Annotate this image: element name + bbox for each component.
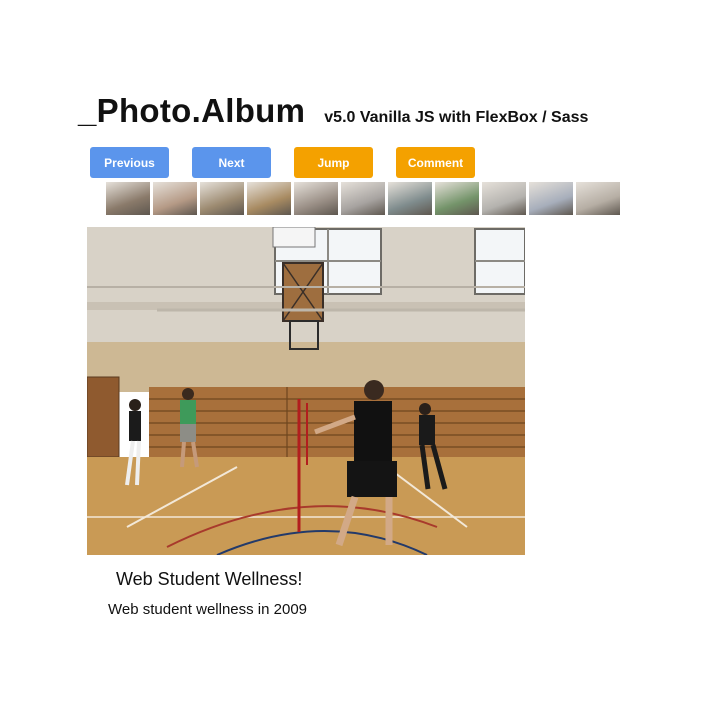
thumbnail-5[interactable]: [294, 182, 338, 215]
thumbnail-8[interactable]: [435, 182, 479, 215]
thumbnail-11[interactable]: [576, 182, 620, 215]
jump-button[interactable]: Jump: [294, 147, 373, 178]
photo-caption-title: Web Student Wellness!: [116, 569, 303, 589]
previous-button[interactable]: Previous: [90, 147, 169, 178]
comment-button[interactable]: Comment: [396, 147, 475, 178]
app-subtitle: v5.0 Vanilla JS with FlexBox / Sass: [324, 109, 589, 126]
thumbnail-2[interactable]: [153, 182, 197, 215]
control-buttons: Previous Next Jump Comment: [90, 147, 498, 178]
thumbnail-10[interactable]: [529, 182, 573, 215]
app-header: _Photo.Album v5.0 Vanilla JS with FlexBo…: [78, 92, 588, 130]
main-photo: [87, 227, 525, 555]
next-button[interactable]: Next: [192, 147, 271, 178]
app-title: _Photo.Album: [78, 92, 306, 129]
thumbnail-4[interactable]: [247, 182, 291, 215]
thumbnail-1[interactable]: [106, 182, 150, 215]
thumbnail-3[interactable]: [200, 182, 244, 215]
thumbnail-9[interactable]: [482, 182, 526, 215]
thumbnail-6[interactable]: [341, 182, 385, 215]
thumbnail-strip: [106, 182, 623, 215]
photo-caption-description: Web student wellness in 2009: [108, 601, 308, 618]
thumbnail-7[interactable]: [388, 182, 432, 215]
gym-photo-image: [87, 227, 525, 555]
